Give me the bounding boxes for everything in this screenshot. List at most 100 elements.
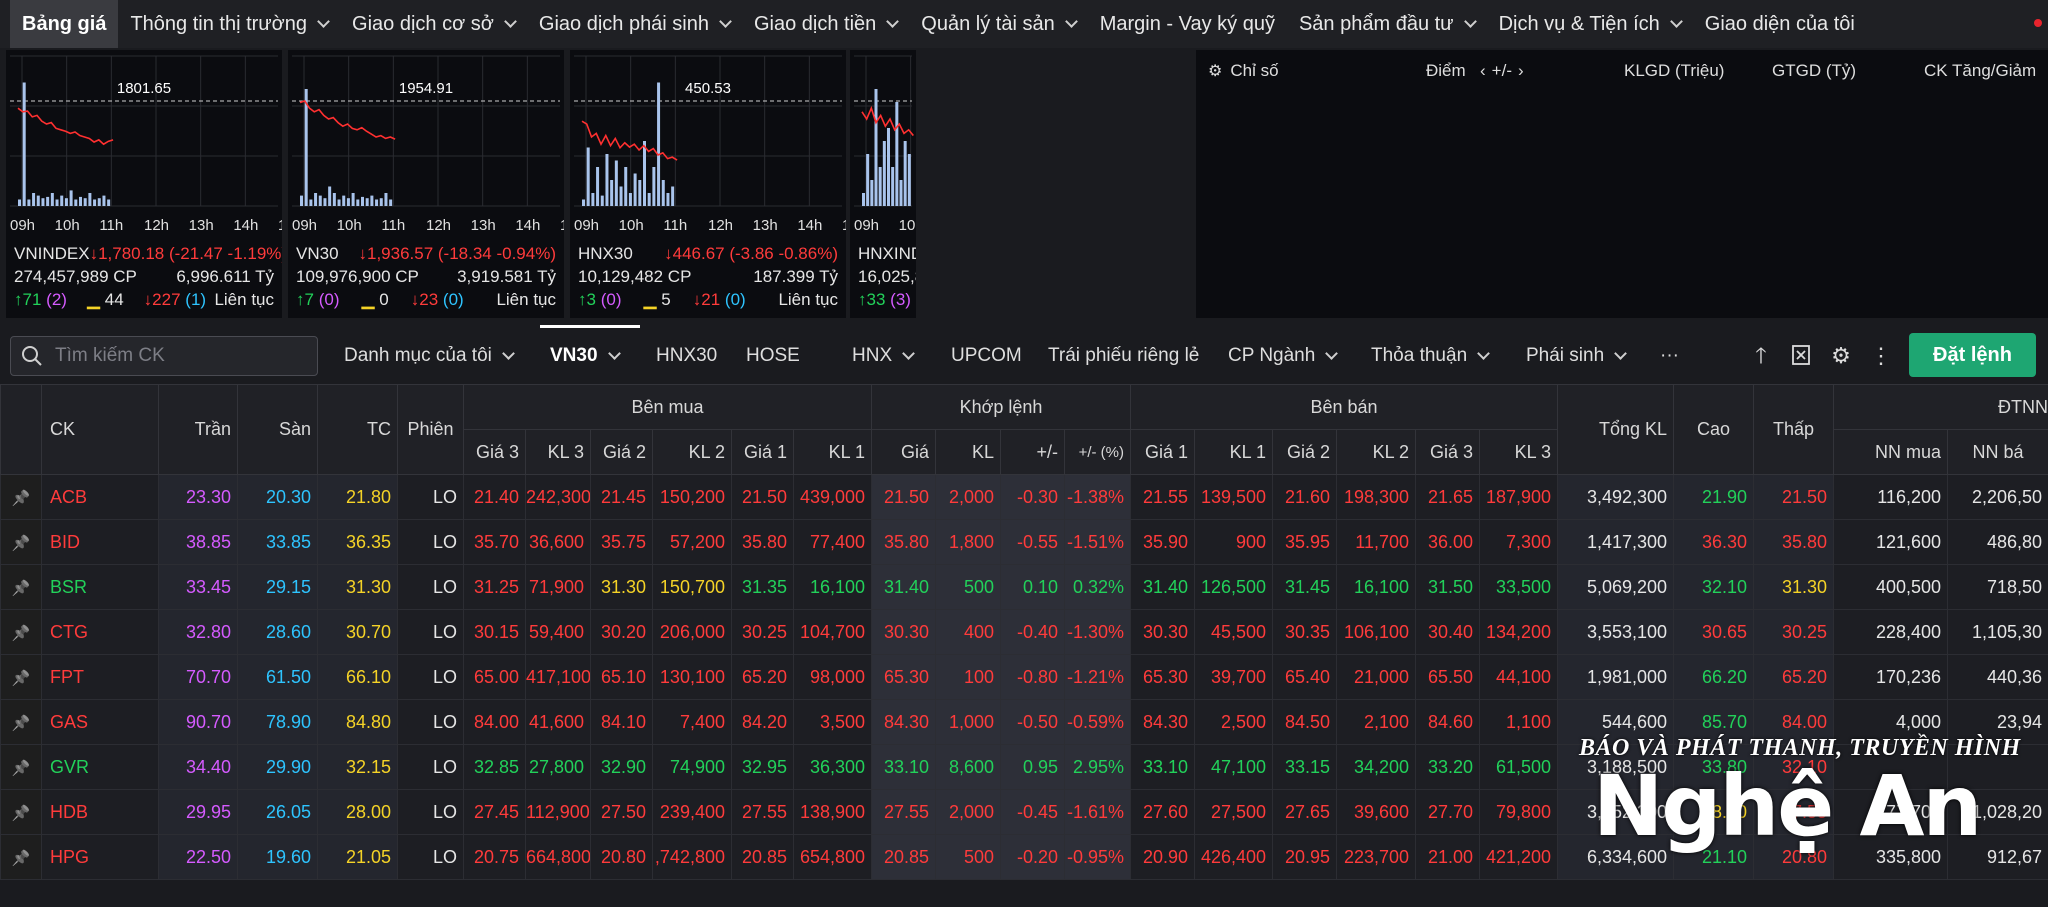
nav-item-2[interactable]: Giao dịch cơ sở: [340, 0, 527, 48]
market-tab-4[interactable]: HNX: [852, 328, 915, 384]
table-row[interactable]: 📌 GAS 90.70 78.90 84.80 LO 84.00 41,600 84.10 7,4…: [0, 699, 2048, 745]
col-v1[interactable]: KL 1: [1194, 429, 1274, 475]
cell-sym[interactable]: GAS: [41, 699, 159, 745]
arrow-up-icon[interactable]: 🡑: [1749, 344, 1773, 368]
col-high[interactable]: Cao: [1673, 384, 1755, 475]
col-ck[interactable]: CK: [41, 384, 159, 475]
market-tab-2[interactable]: HNX30: [656, 328, 717, 384]
gear-icon[interactable]: ⚙: [1829, 344, 1853, 368]
pin-icon[interactable]: 📌: [0, 654, 42, 700]
col-v2[interactable]: KL 2: [652, 429, 732, 475]
table-row[interactable]: 📌 HDB 29.95 26.05 28.00 LO 27.45 112,900 27.50 23…: [0, 789, 2048, 835]
col-floor[interactable]: Sàn: [237, 384, 318, 475]
market-tab-8[interactable]: Thỏa thuận: [1371, 328, 1491, 384]
index-header-change[interactable]: ‹ +/- ›: [1480, 56, 1524, 86]
col-p1[interactable]: Giá 1: [1130, 429, 1196, 475]
ceiling-count: (2): [46, 290, 67, 309]
col-low[interactable]: Thấp: [1753, 384, 1835, 475]
col-nn_sell[interactable]: NN bá: [1947, 429, 2048, 475]
market-tab-5[interactable]: UPCOM: [951, 328, 1022, 384]
index-card-vnindex[interactable]: 09h 10h 11h 12h 13h 14h 15h 1801.65 VNINDEX↓1,78…: [6, 50, 282, 318]
col-v3[interactable]: KL 3: [1479, 429, 1559, 475]
col-pct[interactable]: +/- (%): [1064, 429, 1132, 475]
cell-sym[interactable]: ACB: [41, 474, 159, 520]
pin-icon[interactable]: 📌: [0, 609, 42, 655]
table-row[interactable]: 📌 GVR 34.40 29.90 32.15 LO 32.85 27,800 32.90 74,…: [0, 744, 2048, 790]
pin-icon[interactable]: 📌: [0, 789, 42, 835]
cell-sym[interactable]: BID: [41, 519, 159, 565]
cell-sym[interactable]: FPT: [41, 654, 159, 700]
cell-sym[interactable]: HPG: [41, 834, 159, 880]
nav-item-9[interactable]: Giao diện của tôi: [1693, 0, 1867, 48]
cell-ceil: 33.45: [158, 564, 238, 610]
more-vertical-icon[interactable]: ⋮: [1869, 344, 1893, 368]
cell-sym[interactable]: HDB: [41, 789, 159, 835]
index-name[interactable]: VNINDEX: [14, 244, 90, 264]
pin-icon[interactable]: 📌: [0, 834, 42, 880]
col-mp[interactable]: Giá: [871, 429, 937, 475]
index-header-name[interactable]: ⚙ Chỉ số: [1208, 56, 1279, 86]
col-v2[interactable]: KL 2: [1336, 429, 1417, 475]
nav-item-1[interactable]: Thông tin thị trường: [118, 0, 340, 48]
market-tab-6[interactable]: Trái phiếu riêng lẻ: [1048, 328, 1199, 384]
market-tab-7[interactable]: CP Ngành: [1228, 328, 1339, 384]
col-p2[interactable]: Giá 2: [1272, 429, 1338, 475]
col-v3[interactable]: KL 3: [525, 429, 591, 475]
search-box[interactable]: [10, 336, 318, 376]
index-card-vn30[interactable]: 09h 10h 11h 12h 13h 14h 15h 1954.91 VN30 ↓1,936.5…: [288, 50, 564, 318]
col-p3[interactable]: Giá 3: [1415, 429, 1481, 475]
pin-icon[interactable]: 📌: [0, 519, 42, 565]
table-row[interactable]: 📌 BID 38.85 33.85 36.35 LO 35.70 36,600 35.75 57,…: [0, 519, 2048, 565]
volume-bar: [895, 102, 899, 206]
pin-icon[interactable]: 📌: [0, 699, 42, 745]
pin-icon[interactable]: 📌: [0, 744, 42, 790]
table-row[interactable]: 📌 FPT 70.70 61.50 66.10 LO 65.00 417,100 65.10 13…: [0, 654, 2048, 700]
cell-sym[interactable]: CTG: [41, 609, 159, 655]
pin-icon[interactable]: 📌: [0, 474, 42, 520]
place-order-button[interactable]: Đặt lệnh: [1909, 333, 2036, 377]
col-v1[interactable]: KL 1: [792, 429, 873, 475]
table-row[interactable]: 📌 HPG 22.50 19.60 21.05 LO 20.75 664,800 20.80,7…: [0, 834, 2048, 880]
market-tab-0[interactable]: Danh mục của tôi: [344, 328, 515, 384]
nav-item-0[interactable]: Bảng giá: [10, 0, 119, 48]
index-name[interactable]: VN30: [296, 244, 339, 264]
pin-icon[interactable]: 📌: [0, 564, 42, 610]
cell-s3: 30.40: [1415, 609, 1481, 655]
col-ceil[interactable]: Trần: [158, 384, 238, 475]
index-name[interactable]: HNXINDE: [858, 244, 916, 264]
col-p1[interactable]: Giá 1: [731, 429, 794, 475]
market-tab-3[interactable]: HOSE: [746, 328, 800, 384]
nav-item-3[interactable]: Giao dịch phái sinh: [527, 0, 742, 48]
cell-sym[interactable]: GVR: [41, 744, 159, 790]
table-row[interactable]: 📌 BSR 33.45 29.15 31.30 LO 31.25 71,900 31.30 150…: [0, 564, 2048, 610]
nav-item-7[interactable]: Sản phẩm đầu tư: [1287, 0, 1487, 48]
excel-icon[interactable]: [1789, 344, 1813, 368]
table-row[interactable]: 📌 ACB 23.30 20.30 21.80 LO 21.40 242,300 21.45 15…: [0, 474, 2048, 520]
search-input[interactable]: [55, 345, 295, 367]
market-tab-1[interactable]: VN30: [550, 328, 621, 384]
col-ref[interactable]: TC: [317, 384, 398, 475]
market-tab-10[interactable]: ···: [1660, 328, 1679, 384]
nav-item-4[interactable]: Giao dịch tiền: [742, 0, 909, 48]
col-p2[interactable]: Giá 2: [590, 429, 653, 475]
nav-item-8[interactable]: Dịch vụ & Tiện ích: [1487, 0, 1693, 48]
col-p3[interactable]: Giá 3: [463, 429, 526, 475]
cell-sym[interactable]: BSR: [41, 564, 159, 610]
nav-item-6[interactable]: Margin - Vay ký quỹ: [1088, 0, 1287, 48]
index-card-hnxinde[interactable]: 09h 10h HNXINDE 16,025,81 ↑33 (3): [850, 50, 916, 318]
index-card-hnx30[interactable]: 09h 10h 11h 12h 13h 14h 15h 450.53 HNX30 ↓446.67 …: [570, 50, 846, 318]
index-name[interactable]: HNX30: [578, 244, 633, 264]
gear-icon[interactable]: ⚙: [1208, 61, 1222, 81]
cell-chg: -0.50: [1000, 699, 1066, 745]
col-mv[interactable]: KL: [935, 429, 1002, 475]
col-session[interactable]: Phiên: [397, 384, 464, 475]
col-chg[interactable]: +/-: [1000, 429, 1066, 475]
col-total[interactable]: Tổng KL: [1557, 384, 1675, 475]
table-row[interactable]: 📌 CTG 32.80 28.60 30.70 LO 30.15 59,400 30.20 206…: [0, 609, 2048, 655]
cell-lo: 30.25: [1753, 609, 1835, 655]
chevron-right-icon[interactable]: ›: [1518, 61, 1524, 81]
chevron-left-icon[interactable]: ‹: [1480, 61, 1486, 81]
col-nn_buy[interactable]: NN mua: [1833, 429, 1949, 475]
market-tab-9[interactable]: Phái sinh: [1526, 328, 1628, 384]
nav-item-5[interactable]: Quản lý tài sản: [909, 0, 1087, 48]
